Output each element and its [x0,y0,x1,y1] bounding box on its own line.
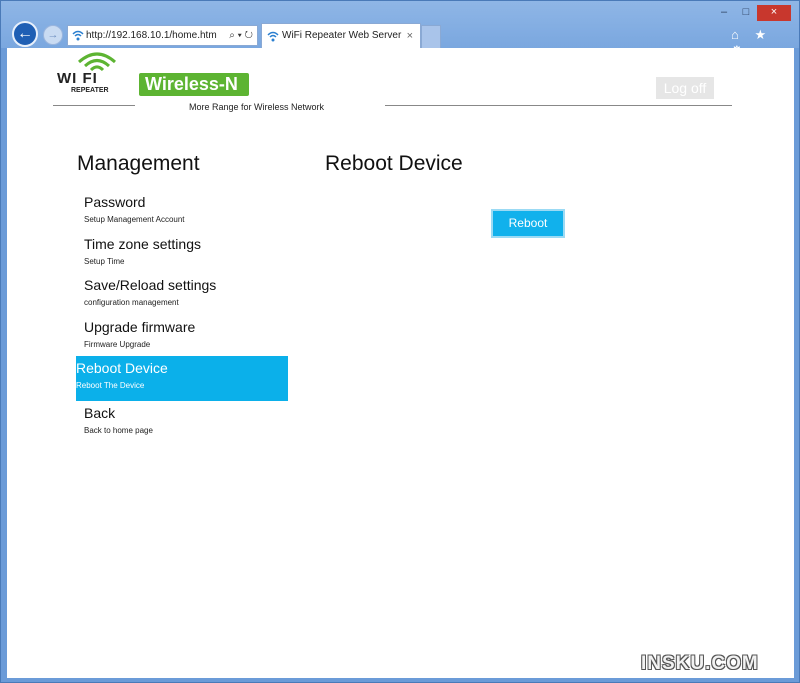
sidebar-item-save-reload[interactable]: Save/Reload settings configuration manag… [76,273,288,315]
new-tab-button[interactable] [421,25,441,48]
tab-title: WiFi Repeater Web Server [282,30,402,41]
sidebar-menu: Password Setup Management Account Time z… [76,190,288,443]
maximize-icon[interactable]: □ [736,5,756,21]
header-divider-right [385,105,732,106]
sidebar-item-label: Upgrade firmware [84,318,196,335]
wifi-icon [72,30,84,41]
back-arrow-icon[interactable]: ← [12,21,38,47]
forward-arrow-icon[interactable]: → [43,25,63,45]
tagline: More Range for Wireless Network [189,102,325,112]
tab-wifi-repeater[interactable]: WiFi Repeater Web Server × [261,23,421,48]
sidebar-item-sublabel: Reboot The Device [76,381,145,390]
sidebar-item-label: Back [84,405,116,421]
sidebar-item-sublabel: configuration management [84,298,179,307]
sidebar-item-time-zone[interactable]: Time zone settings Setup Time [76,232,288,274]
sidebar-item-label: Save/Reload settings [84,277,217,293]
browser-chrome: ← → http://192.168.10.1/home.htm ⌕ ▾ ↻ W… [1,1,799,58]
logo-subtitle: REPEATER [71,87,109,94]
sidebar-item-label: Reboot Device [76,360,168,376]
header-divider-left [53,105,135,106]
address-url[interactable]: http://192.168.10.1/home.htm [86,30,217,41]
logoff-button[interactable]: Log off [656,77,714,99]
wifi-icon [267,31,279,42]
minimize-icon[interactable]: – [714,5,734,21]
address-tools-icons[interactable]: ⌕ ▾ ↻ [229,26,253,45]
sidebar-item-sublabel: Setup Time [84,256,125,266]
sidebar-item-back[interactable]: Back Back to home page [76,401,288,443]
page-content: WI FI REPEATER Wireless-N More Range for… [7,48,794,678]
browser-window: ← → http://192.168.10.1/home.htm ⌕ ▾ ↻ W… [0,0,800,683]
brand-badge: Wireless-N [139,73,249,96]
sidebar-item-sublabel: Back to home page [84,426,153,435]
sidebar-item-sublabel: Setup Management Account [84,215,185,224]
logo-text: WI FI [57,70,98,87]
wifi-repeater-logo: WI FI REPEATER [55,50,135,98]
sidebar-item-password[interactable]: Password Setup Management Account [76,190,288,232]
sidebar-item-sublabel: Firmware Upgrade [84,339,151,349]
reboot-button[interactable]: Reboot [491,209,565,238]
watermark-text: INSKU.COM [641,653,759,674]
sidebar-item-label: Password [84,194,146,210]
tab-close-icon[interactable]: × [407,24,413,48]
sidebar-item-reboot-device[interactable]: Reboot Device Reboot The Device [76,356,288,401]
page-title: Reboot Device [325,152,463,175]
sidebar-item-upgrade-firmware[interactable]: Upgrade firmware Firmware Upgrade [76,315,288,357]
address-bar[interactable]: http://192.168.10.1/home.htm ⌕ ▾ ↻ [67,25,258,46]
sidebar-title: Management [77,152,200,175]
close-icon[interactable]: × [757,5,791,21]
sidebar-item-label: Time zone settings [84,235,201,252]
